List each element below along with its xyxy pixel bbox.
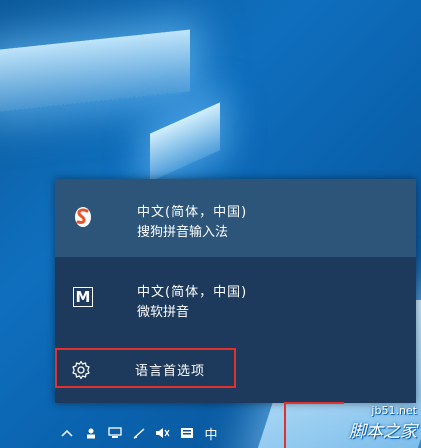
watermark-url: jb51.net (371, 404, 417, 417)
ime-indicator[interactable]: 中 (199, 419, 223, 447)
volume-icon[interactable] (151, 419, 175, 447)
action-center-icon[interactable] (175, 419, 199, 447)
language-name: 中文(简体，中国) (137, 205, 248, 220)
system-tray: 中 (55, 418, 285, 448)
language-flyout: 中文(简体，中国) 搜狗拼音输入法 M 中文(简体，中国) 微软拼音 语言首选项 (55, 179, 416, 403)
network-icon[interactable] (103, 419, 127, 447)
user-icon[interactable] (79, 419, 103, 447)
gear-icon (72, 360, 90, 380)
watermark-name: 脚本之家 (349, 422, 417, 442)
input-method-name: 微软拼音 (137, 305, 190, 320)
language-item-microsoft-pinyin[interactable]: M 中文(简体，中国) 微软拼音 (55, 259, 416, 337)
microsoft-pinyin-m-icon: M (72, 285, 94, 309)
chevron-up-icon[interactable] (55, 419, 79, 447)
sogou-s-icon (72, 205, 94, 229)
language-name: 中文(简体，中国) (137, 285, 248, 300)
language-item-sogou[interactable]: 中文(简体，中国) 搜狗拼音输入法 (55, 179, 416, 257)
wallpaper-light-beam (0, 29, 190, 113)
pen-icon[interactable] (127, 419, 151, 447)
highlight-box (284, 402, 344, 448)
language-preferences-link[interactable]: 语言首选项 (55, 348, 236, 388)
language-preferences-label: 语言首选项 (135, 364, 206, 379)
site-watermark: jb51.net 脚本之家 (349, 404, 417, 442)
input-method-name: 搜狗拼音输入法 (137, 225, 229, 240)
wallpaper-light-beam (150, 102, 220, 182)
